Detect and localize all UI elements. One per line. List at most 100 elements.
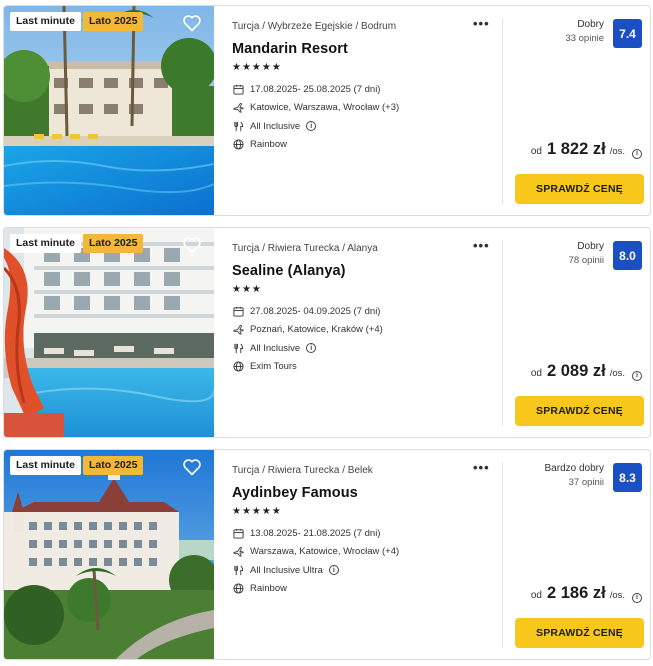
more-icon[interactable]: •••	[473, 238, 490, 253]
operator-text: Rainbow	[250, 138, 287, 150]
price-column: Bardzo dobry 37 opinii 8.3 od 2 186 zł /…	[504, 450, 650, 659]
hotel-photo-image	[4, 6, 214, 215]
more-icon[interactable]: •••	[473, 460, 490, 475]
price-prefix: od	[530, 368, 542, 379]
price: od 1 822 zł /os. i	[531, 140, 642, 159]
info-icon[interactable]: i	[306, 121, 317, 131]
heart-icon[interactable]	[180, 456, 204, 478]
price-amount: 2 186 zł	[546, 584, 606, 602]
departures-row: Warszawa, Katowice, Wrocław (+4)	[232, 544, 399, 558]
globe-icon	[232, 582, 244, 594]
hotel-photo[interactable]: Last minute Lato 2025	[4, 228, 214, 437]
cutlery-icon	[232, 342, 244, 354]
dates-text: 17.08.2025- 25.08.2025 (7 dni)	[250, 83, 381, 95]
star-rating: ★★★	[232, 284, 262, 295]
calendar-icon	[232, 305, 244, 317]
board-text: All Inclusive	[250, 120, 301, 132]
board-row: All Inclusive i	[232, 119, 317, 133]
info-icon[interactable]: i	[306, 343, 317, 353]
hotel-card[interactable]: Last minute Lato 2025 Turcja / Riwiera T…	[3, 227, 651, 438]
rating-label: Dobry	[577, 241, 604, 252]
hotel-card[interactable]: Last minute Lato 2025 Turcja / Riwiera T…	[3, 449, 651, 660]
board-text: All Inclusive	[250, 342, 301, 354]
hotel-photo-image	[4, 228, 214, 437]
plane-icon	[232, 323, 244, 335]
check-price-button[interactable]: SPRAWDŹ CENĘ	[515, 618, 644, 648]
calendar-icon	[232, 527, 244, 539]
heart-icon[interactable]	[180, 234, 204, 256]
season-badge: Lato 2025	[83, 12, 144, 31]
operator-row: Rainbow	[232, 581, 287, 595]
divider	[502, 18, 503, 204]
price-column: Dobry 33 opinie 7.4 od 1 822 zł /os. i S…	[504, 6, 650, 215]
board-row: All Inclusive Ultra i	[232, 563, 339, 577]
plane-icon	[232, 545, 244, 557]
divider	[502, 240, 503, 426]
star-rating: ★★★★★	[232, 62, 282, 73]
check-price-button[interactable]: SPRAWDŹ CENĘ	[515, 396, 644, 426]
price-amount: 2 089 zł	[546, 362, 606, 380]
globe-icon	[232, 360, 244, 372]
hotel-card[interactable]: Last minute Lato 2025 Turcja / Wybrzeże …	[3, 5, 651, 216]
cutlery-icon	[232, 120, 244, 132]
breadcrumb[interactable]: Turcja / Wybrzeże Egejskie / Bodrum	[232, 21, 396, 32]
hotel-photo[interactable]: Last minute Lato 2025	[4, 450, 214, 659]
board-text: All Inclusive Ultra	[250, 564, 323, 576]
breadcrumb[interactable]: Turcja / Riwiera Turecka / Alanya	[232, 243, 378, 254]
departures-text: Warszawa, Katowice, Wrocław (+4)	[250, 545, 400, 557]
departures-text: Poznań, Katowice, Kraków (+4)	[250, 323, 383, 335]
price-amount: 1 822 zł	[546, 140, 606, 158]
score-badge: 7.4	[613, 19, 642, 48]
board-row: All Inclusive i	[232, 341, 317, 355]
globe-icon	[232, 138, 244, 150]
price: od 2 089 zł /os. i	[531, 362, 642, 381]
hotel-name[interactable]: Aydinbey Famous	[232, 485, 358, 501]
operator-text: Rainbow	[250, 582, 287, 594]
price-prefix: od	[530, 146, 542, 157]
dates-text: 13.08.2025- 21.08.2025 (7 dni)	[250, 527, 381, 539]
divider	[502, 462, 503, 648]
operator-text: Exim Tours	[250, 360, 297, 372]
hotel-info: Turcja / Riwiera Turecka / Alanya ••• Se…	[232, 228, 497, 437]
hotel-name[interactable]: Mandarin Resort	[232, 41, 348, 57]
dates-row: 17.08.2025- 25.08.2025 (7 dni)	[232, 82, 380, 96]
operator-row: Exim Tours	[232, 359, 297, 373]
score-badge: 8.0	[613, 241, 642, 270]
hotel-info: Turcja / Wybrzeże Egejskie / Bodrum ••• …	[232, 6, 497, 215]
hotel-photo[interactable]: Last minute Lato 2025	[4, 6, 214, 215]
reviews-count[interactable]: 78 opinii	[569, 255, 604, 266]
dates-row: 13.08.2025- 21.08.2025 (7 dni)	[232, 526, 380, 540]
last-minute-badge: Last minute	[10, 234, 81, 253]
info-icon[interactable]: i	[632, 148, 642, 159]
season-badge: Lato 2025	[83, 234, 144, 253]
price: od 2 186 zł /os. i	[531, 584, 642, 603]
last-minute-badge: Last minute	[10, 12, 81, 31]
price-prefix: od	[530, 590, 542, 601]
reviews-count[interactable]: 37 opinii	[569, 477, 604, 488]
plane-icon	[232, 101, 244, 113]
hotel-photo-image	[4, 450, 214, 659]
info-icon[interactable]: i	[632, 592, 642, 603]
price-suffix: /os.	[609, 146, 625, 157]
departures-row: Poznań, Katowice, Kraków (+4)	[232, 322, 383, 336]
departures-row: Katowice, Warszawa, Wrocław (+3)	[232, 100, 399, 114]
check-price-button[interactable]: SPRAWDŹ CENĘ	[515, 174, 644, 204]
hotel-info: Turcja / Riwiera Turecka / Belek ••• Ayd…	[232, 450, 497, 659]
departures-text: Katowice, Warszawa, Wrocław (+3)	[250, 101, 400, 113]
season-badge: Lato 2025	[83, 456, 144, 475]
operator-row: Rainbow	[232, 137, 287, 151]
heart-icon[interactable]	[180, 12, 204, 34]
last-minute-badge: Last minute	[10, 456, 81, 475]
hotel-name[interactable]: Sealine (Alanya)	[232, 263, 346, 279]
breadcrumb[interactable]: Turcja / Riwiera Turecka / Belek	[232, 465, 373, 476]
rating-label: Dobry	[577, 19, 604, 30]
calendar-icon	[232, 83, 244, 95]
info-icon[interactable]: i	[632, 370, 642, 381]
rating-label: Bardzo dobry	[544, 463, 604, 474]
info-icon[interactable]: i	[328, 565, 339, 575]
star-rating: ★★★★★	[232, 506, 282, 517]
reviews-count[interactable]: 33 opinie	[565, 33, 604, 44]
more-icon[interactable]: •••	[473, 16, 490, 31]
score-badge: 8.3	[613, 463, 642, 492]
price-column: Dobry 78 opinii 8.0 od 2 089 zł /os. i S…	[504, 228, 650, 437]
